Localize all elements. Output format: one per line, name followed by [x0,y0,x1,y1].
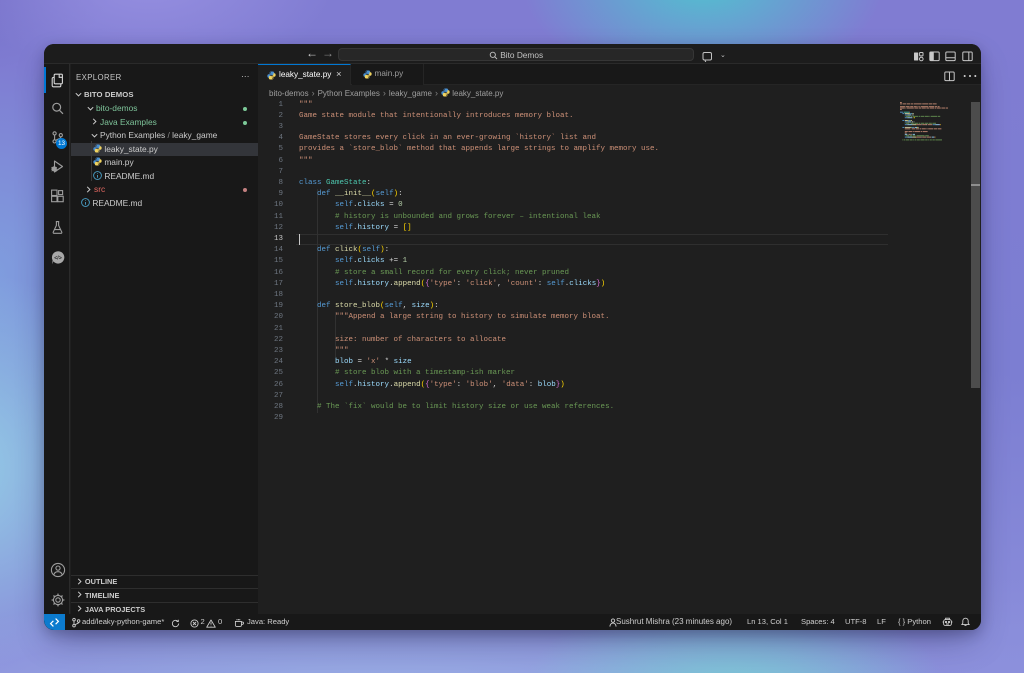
svg-text:</>: </> [54,256,62,262]
